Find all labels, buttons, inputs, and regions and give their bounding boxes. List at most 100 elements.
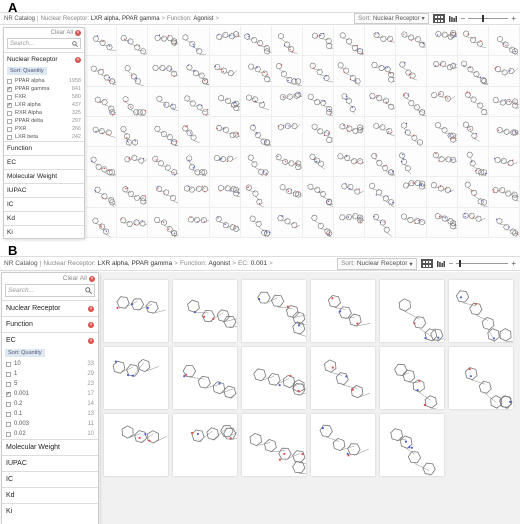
structure-thumbnail[interactable] bbox=[86, 26, 117, 57]
facet-section[interactable]: Kd bbox=[2, 487, 98, 503]
structure-thumbnail[interactable] bbox=[427, 26, 458, 57]
checkbox[interactable] bbox=[7, 94, 12, 100]
structure-thumbnail[interactable] bbox=[148, 147, 179, 178]
zoom-out-button[interactable]: − bbox=[449, 259, 454, 268]
structure-thumbnail[interactable] bbox=[334, 86, 365, 117]
structure-thumbnail[interactable] bbox=[334, 147, 365, 178]
structure-thumbnail[interactable] bbox=[86, 207, 117, 239]
structure-thumbnail[interactable] bbox=[365, 177, 396, 208]
structure-thumbnail[interactable] bbox=[396, 116, 427, 148]
structure-thumbnail[interactable] bbox=[241, 26, 272, 57]
structure-card[interactable] bbox=[173, 280, 237, 342]
facet-section[interactable]: IC bbox=[2, 471, 98, 487]
structure-thumbnail[interactable] bbox=[458, 86, 489, 117]
facet-option[interactable]: 0.003 11 bbox=[2, 419, 98, 429]
structure-thumbnail[interactable] bbox=[241, 56, 272, 87]
zoom-slider[interactable] bbox=[468, 15, 509, 22]
structure-thumbnail[interactable] bbox=[458, 26, 489, 57]
facet-ec[interactable]: EC × bbox=[2, 332, 98, 348]
checkbox[interactable] bbox=[6, 361, 11, 367]
sort-quantity-pill[interactable]: Sort: Quantity bbox=[5, 349, 45, 357]
structure-thumbnail[interactable] bbox=[303, 26, 334, 57]
structure-thumbnail[interactable] bbox=[117, 177, 148, 208]
structure-thumbnail[interactable] bbox=[148, 207, 179, 239]
zoom-slider[interactable] bbox=[456, 260, 509, 267]
structure-thumbnail[interactable] bbox=[365, 116, 396, 148]
facet-option[interactable]: LXR beta 242 bbox=[4, 133, 84, 141]
structure-thumbnail[interactable] bbox=[210, 177, 241, 208]
structure-thumbnail[interactable] bbox=[117, 56, 148, 87]
structure-card[interactable] bbox=[311, 414, 375, 476]
grid-view-icon[interactable] bbox=[432, 14, 445, 23]
breadcrumb-filter-value[interactable]: Agonist bbox=[209, 260, 231, 267]
structure-thumbnail[interactable] bbox=[489, 147, 520, 178]
checkbox[interactable] bbox=[6, 401, 11, 407]
structure-thumbnail[interactable] bbox=[303, 116, 334, 148]
facet-option[interactable]: 10 33 bbox=[2, 359, 98, 369]
structure-thumbnail[interactable] bbox=[489, 26, 520, 57]
structure-card[interactable] bbox=[104, 347, 168, 409]
remove-facet-icon[interactable]: × bbox=[88, 321, 94, 328]
structure-thumbnail[interactable] bbox=[303, 86, 334, 117]
structure-thumbnail[interactable] bbox=[396, 207, 427, 239]
structure-thumbnail[interactable] bbox=[458, 56, 489, 87]
structure-thumbnail[interactable] bbox=[241, 177, 272, 208]
facet-option[interactable]: 0.02 10 bbox=[2, 429, 98, 439]
structure-thumbnail[interactable] bbox=[117, 147, 148, 178]
checkbox[interactable] bbox=[6, 411, 11, 417]
breadcrumb-filter-value[interactable]: LXR alpha, PPAR gamma bbox=[91, 16, 160, 22]
facet-section[interactable]: Molecular Weight bbox=[2, 439, 98, 455]
structure-card[interactable] bbox=[311, 347, 375, 409]
structure-thumbnail[interactable] bbox=[148, 177, 179, 208]
structure-thumbnail[interactable] bbox=[241, 147, 272, 178]
facet-option[interactable]: 0.1 13 bbox=[2, 409, 98, 419]
checkbox[interactable] bbox=[7, 126, 12, 132]
facet-section[interactable]: IUPAC bbox=[4, 183, 84, 197]
structure-thumbnail[interactable] bbox=[365, 26, 396, 57]
checkbox[interactable] bbox=[7, 110, 12, 116]
structure-thumbnail[interactable] bbox=[303, 56, 334, 87]
facet-option[interactable]: PPAR delta 297 bbox=[4, 117, 84, 125]
facet-option[interactable]: ✓ PPAR gamma 841 bbox=[4, 85, 84, 93]
structure-thumbnail[interactable] bbox=[86, 177, 117, 208]
structure-card[interactable] bbox=[380, 347, 444, 409]
structure-thumbnail[interactable] bbox=[396, 147, 427, 178]
structure-thumbnail[interactable] bbox=[427, 56, 458, 87]
remove-facet-icon[interactable]: × bbox=[88, 337, 94, 344]
structure-thumbnail[interactable] bbox=[427, 147, 458, 178]
checkbox[interactable] bbox=[6, 381, 11, 387]
structure-thumbnail[interactable] bbox=[303, 147, 334, 178]
structure-thumbnail[interactable] bbox=[86, 56, 117, 87]
structure-thumbnail[interactable] bbox=[210, 147, 241, 178]
structure-thumbnail[interactable] bbox=[458, 207, 489, 239]
checkbox[interactable] bbox=[6, 421, 11, 427]
structure-thumbnail[interactable] bbox=[365, 86, 396, 117]
facet-section[interactable]: IUPAC bbox=[2, 455, 98, 471]
structure-thumbnail[interactable] bbox=[272, 207, 303, 239]
structure-thumbnail[interactable] bbox=[179, 86, 210, 117]
structure-thumbnail[interactable] bbox=[210, 56, 241, 87]
facet-option[interactable]: ✓ LXR alpha 437 bbox=[4, 101, 84, 109]
clear-all-button[interactable]: Clear All × bbox=[2, 273, 98, 284]
search-input[interactable]: Search... bbox=[5, 284, 95, 297]
clear-all-button[interactable]: Clear All × bbox=[4, 28, 84, 38]
structure-thumbnail[interactable] bbox=[396, 86, 427, 117]
structure-thumbnail[interactable] bbox=[489, 207, 520, 239]
structure-card[interactable] bbox=[173, 347, 237, 409]
structure-thumbnail[interactable] bbox=[148, 116, 179, 148]
structure-thumbnail[interactable] bbox=[489, 116, 520, 148]
structure-thumbnail[interactable] bbox=[148, 56, 179, 87]
facet-option[interactable]: 1 29 bbox=[2, 369, 98, 379]
structure-thumbnail[interactable] bbox=[396, 177, 427, 208]
breadcrumb-filter-value[interactable]: Agonist bbox=[193, 16, 213, 22]
zoom-out-button[interactable]: − bbox=[461, 14, 466, 23]
checkbox[interactable] bbox=[6, 371, 11, 377]
structure-thumbnail[interactable] bbox=[272, 86, 303, 117]
structure-thumbnail[interactable] bbox=[210, 86, 241, 117]
structure-card[interactable] bbox=[380, 280, 444, 342]
structure-thumbnail[interactable] bbox=[489, 56, 520, 87]
facet-option[interactable]: FXR 580 bbox=[4, 93, 84, 101]
zoom-in-button[interactable]: + bbox=[511, 14, 516, 23]
structure-thumbnail[interactable] bbox=[179, 56, 210, 87]
structure-thumbnail[interactable] bbox=[365, 207, 396, 239]
